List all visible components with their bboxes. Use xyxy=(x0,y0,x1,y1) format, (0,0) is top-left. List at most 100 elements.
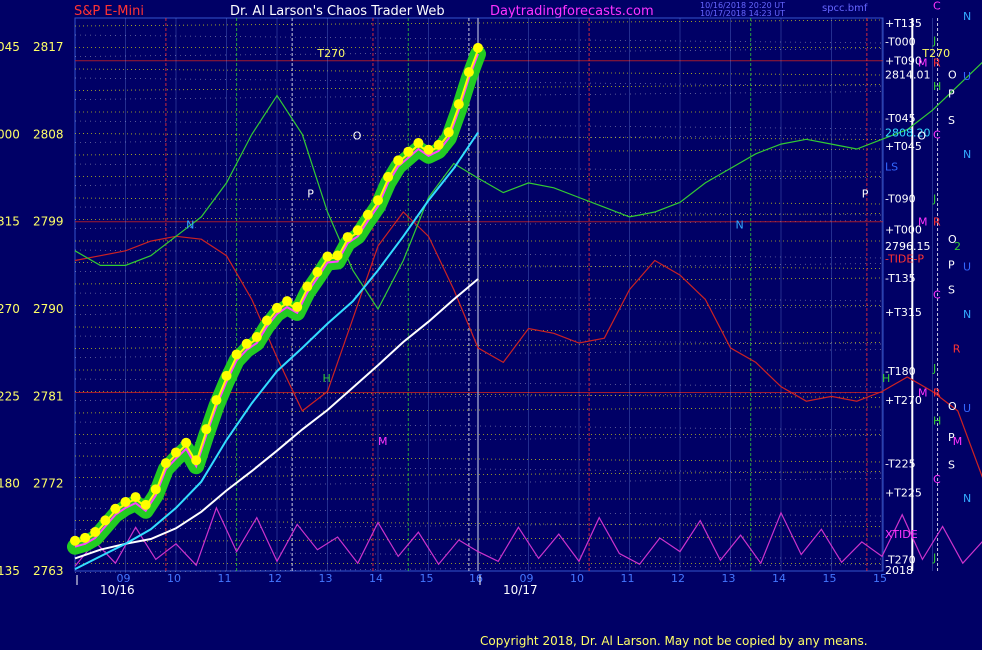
planet-label: U xyxy=(963,70,971,83)
flux-label: +T225 xyxy=(885,486,922,499)
planet-label: M xyxy=(918,216,928,229)
planet-label: M xyxy=(918,386,928,399)
price-point xyxy=(231,349,242,360)
x-hour-label: 14 xyxy=(772,572,786,585)
planet-label: C xyxy=(933,128,941,141)
planet-label: S xyxy=(948,458,955,471)
y-tick-price-label: 2799 xyxy=(33,215,64,229)
flux-label: 2018 xyxy=(885,564,913,577)
y-tick-price-label: 2808 xyxy=(33,127,64,141)
price-point xyxy=(413,137,424,148)
planet-label: C xyxy=(933,0,941,12)
price-point xyxy=(443,127,454,138)
flux-label: -T000 xyxy=(885,35,916,48)
price-point xyxy=(393,155,404,166)
price-point xyxy=(423,144,434,155)
x-day-label: 10/17 xyxy=(503,583,538,597)
chart-annotation: P xyxy=(862,187,869,200)
chart-annotation: O xyxy=(353,129,362,142)
planet-label: R xyxy=(933,386,941,399)
y-tick-price-label: 2763 xyxy=(33,564,64,578)
y-tick-price-label: 2817 xyxy=(33,40,64,54)
price-point xyxy=(302,281,313,292)
price-point xyxy=(292,301,303,312)
y-tick-angle-label: 045 xyxy=(0,40,20,54)
price-point xyxy=(191,455,202,466)
x-hour-label: 10 xyxy=(570,572,584,585)
chart-annotation: N xyxy=(736,219,744,232)
price-point xyxy=(383,171,394,182)
price-point xyxy=(362,209,373,220)
price-line-low xyxy=(74,53,479,548)
y-tick-price-label: 2781 xyxy=(33,389,64,403)
planet-label: C xyxy=(933,289,941,302)
price-point xyxy=(373,195,383,206)
price-point xyxy=(100,515,111,526)
planet-label: P xyxy=(948,258,955,271)
price-point xyxy=(130,492,141,503)
planet-label: S xyxy=(948,284,955,297)
y-tick-angle-label: 315 xyxy=(0,215,20,229)
planet-label: J xyxy=(932,192,936,205)
planet-label: R xyxy=(933,216,941,229)
price-point xyxy=(201,424,212,435)
flux-label: +T315 xyxy=(885,306,922,319)
price-point xyxy=(70,535,80,546)
price-point xyxy=(342,232,353,243)
flux-label: 2814.01 xyxy=(885,68,931,81)
price-point xyxy=(221,370,232,381)
chart-annotation: T270 xyxy=(921,47,950,60)
price-point xyxy=(140,499,151,510)
price-point xyxy=(120,496,131,507)
flux-label: -T135 xyxy=(885,272,916,285)
flux-label: +T135 xyxy=(885,17,922,30)
price-point xyxy=(181,437,192,448)
flux-label: -T225 xyxy=(885,457,916,470)
price-point xyxy=(453,99,464,110)
planet-label: N xyxy=(963,148,971,161)
x-hour-label: 15 xyxy=(420,572,434,585)
price-point xyxy=(251,332,262,343)
chart-annotation: T270 xyxy=(316,47,345,60)
price-point xyxy=(332,250,343,261)
x-hour-label: 16 xyxy=(469,572,483,585)
price-point xyxy=(160,458,171,469)
flux-label: LS xyxy=(885,160,898,173)
price-point xyxy=(282,296,293,307)
x-hour-label: 13 xyxy=(722,572,736,585)
planet-label: C xyxy=(933,473,941,486)
planet-label: U xyxy=(963,260,971,273)
planet-label: J xyxy=(932,362,936,375)
price-point xyxy=(352,225,363,236)
y-tick-angle-label: 000 xyxy=(0,127,20,141)
planet-label: J xyxy=(932,34,936,47)
price-band xyxy=(67,45,486,555)
chart-annotation: R xyxy=(953,343,961,356)
price-point xyxy=(463,67,474,78)
flux-label: +T000 xyxy=(885,223,922,236)
price-point xyxy=(211,395,222,406)
planet-label: J xyxy=(932,551,936,564)
price-point xyxy=(110,503,121,514)
planet-label: O xyxy=(948,68,957,81)
y-tick-angle-label: 270 xyxy=(0,302,20,316)
flux-label: -T090 xyxy=(885,192,916,205)
chart-annotation: H xyxy=(322,372,330,385)
x-hour-label: 12 xyxy=(268,572,282,585)
planet-label: P xyxy=(948,88,955,101)
planet-label: N xyxy=(963,308,971,321)
price-point xyxy=(473,42,483,53)
flux-label: XTIDE xyxy=(885,528,918,541)
flux-label: 2796.15 xyxy=(885,240,931,253)
x-hour-label: 11 xyxy=(218,572,232,585)
x-hour-label: 12 xyxy=(671,572,685,585)
chart-annotation: P xyxy=(307,187,314,200)
chart-annotation: N xyxy=(186,219,194,232)
price-point xyxy=(433,139,444,150)
price-point xyxy=(171,447,181,458)
price-point xyxy=(241,338,252,349)
x-hour-label: 10 xyxy=(167,572,181,585)
copyright-notice: Copyright 2018, Dr. Al Larson. May not b… xyxy=(480,634,868,648)
chart-annotation: H xyxy=(882,372,890,385)
planet-label: H xyxy=(933,80,941,93)
